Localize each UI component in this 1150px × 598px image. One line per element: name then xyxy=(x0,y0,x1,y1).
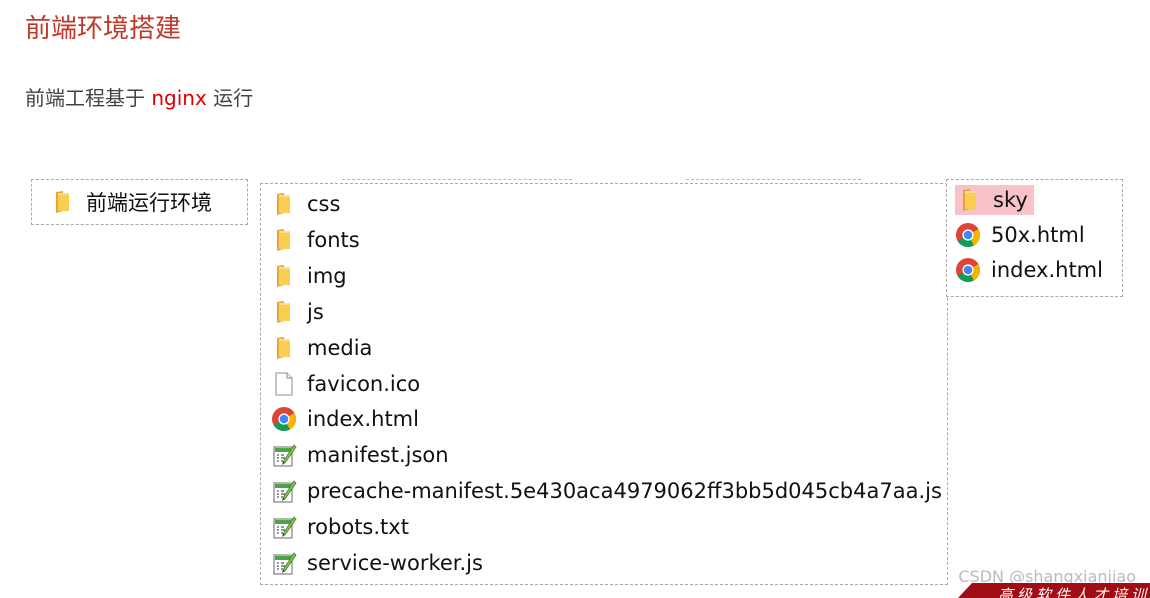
file-name: sky xyxy=(993,188,1028,212)
script-file-icon xyxy=(271,478,297,504)
file-name: precache-manifest.5e430aca4979062ff3bb5d… xyxy=(307,479,942,504)
file-item-content: service-worker.js xyxy=(271,550,483,576)
file-item[interactable]: precache-manifest.5e430aca4979062ff3bb5d… xyxy=(271,474,942,508)
file-name: service-worker.js xyxy=(307,551,483,575)
file-item-content: js xyxy=(271,299,324,325)
page-title: 前端环境搭建 xyxy=(25,14,182,44)
file-name: fonts xyxy=(307,227,360,252)
footer-ribbon: 高级软件人才培训 xyxy=(958,583,1150,598)
intro-text-before: 前端工程基于 xyxy=(25,86,152,110)
folder-icon xyxy=(271,191,297,217)
file-item[interactable]: media xyxy=(271,331,372,365)
file-item[interactable]: 50x.html xyxy=(955,218,1085,252)
html-folder-panel: sky 50x.html index.html xyxy=(946,179,1123,297)
ribbon-text: 高级软件人才培训 xyxy=(998,586,1150,598)
chrome-icon xyxy=(955,257,981,283)
folder-icon xyxy=(271,227,297,253)
file-name: manifest.json xyxy=(307,443,449,468)
script-file-icon xyxy=(271,442,297,468)
file-item-content: 50x.html xyxy=(955,222,1085,248)
root-folder-item[interactable]: 前端运行环境 xyxy=(50,185,212,219)
file-item[interactable]: fonts xyxy=(271,223,360,257)
file-item[interactable]: index.html xyxy=(955,253,1103,287)
file-item-content: fonts xyxy=(271,227,360,253)
dist-files-panel: css fonts img js media favicon.ico index.html m… xyxy=(260,183,948,585)
file-item-content: index.html xyxy=(955,257,1103,283)
file-item-content: index.html xyxy=(271,406,419,432)
folder-icon xyxy=(957,187,983,213)
selected-highlight: sky xyxy=(955,185,1034,215)
file-item-content: manifest.json xyxy=(271,442,449,468)
chrome-icon xyxy=(955,222,981,248)
file-name: index.html xyxy=(307,407,419,432)
file-item[interactable]: index.html xyxy=(271,402,419,436)
file-item[interactable]: css xyxy=(271,187,340,221)
script-file-icon xyxy=(271,550,297,576)
file-name: img xyxy=(307,263,347,288)
file-item-content: precache-manifest.5e430aca4979062ff3bb5d… xyxy=(271,478,942,504)
file-name: 50x.html xyxy=(991,223,1085,247)
blank-file-icon xyxy=(271,371,297,397)
file-item[interactable]: sky xyxy=(955,183,1034,217)
file-name: index.html xyxy=(991,258,1103,282)
root-folder-name: 前端运行环境 xyxy=(86,191,212,215)
file-item-content: media xyxy=(271,335,372,361)
folder-icon xyxy=(271,263,297,289)
file-name: css xyxy=(307,192,341,216)
chrome-icon xyxy=(271,406,297,432)
file-item-content: robots.txt xyxy=(271,514,409,540)
script-file-icon xyxy=(271,514,297,540)
file-item[interactable]: img xyxy=(271,259,347,293)
file-item[interactable]: manifest.json xyxy=(271,438,449,472)
file-item[interactable]: js xyxy=(271,295,324,329)
file-name: robots.txt xyxy=(307,515,409,540)
folder-icon xyxy=(271,335,297,361)
file-item-content: css xyxy=(271,191,340,217)
intro-highlight-nginx: nginx xyxy=(151,86,207,110)
file-item[interactable]: service-worker.js xyxy=(271,546,483,580)
file-item[interactable]: robots.txt xyxy=(271,510,409,544)
file-item-content: favicon.ico xyxy=(271,371,420,397)
intro-text-after: 运行 xyxy=(206,86,254,110)
file-name: media xyxy=(307,335,373,360)
folder-icon xyxy=(50,189,76,215)
intro-paragraph: 前端工程基于 nginx 运行 xyxy=(25,82,253,111)
folder-icon xyxy=(271,299,297,325)
root-folder-panel: 前端运行环境 xyxy=(31,179,248,225)
file-item-content: img xyxy=(271,263,347,289)
file-name: js xyxy=(307,299,324,324)
file-item[interactable]: favicon.ico xyxy=(271,367,420,401)
file-name: favicon.ico xyxy=(307,371,421,396)
